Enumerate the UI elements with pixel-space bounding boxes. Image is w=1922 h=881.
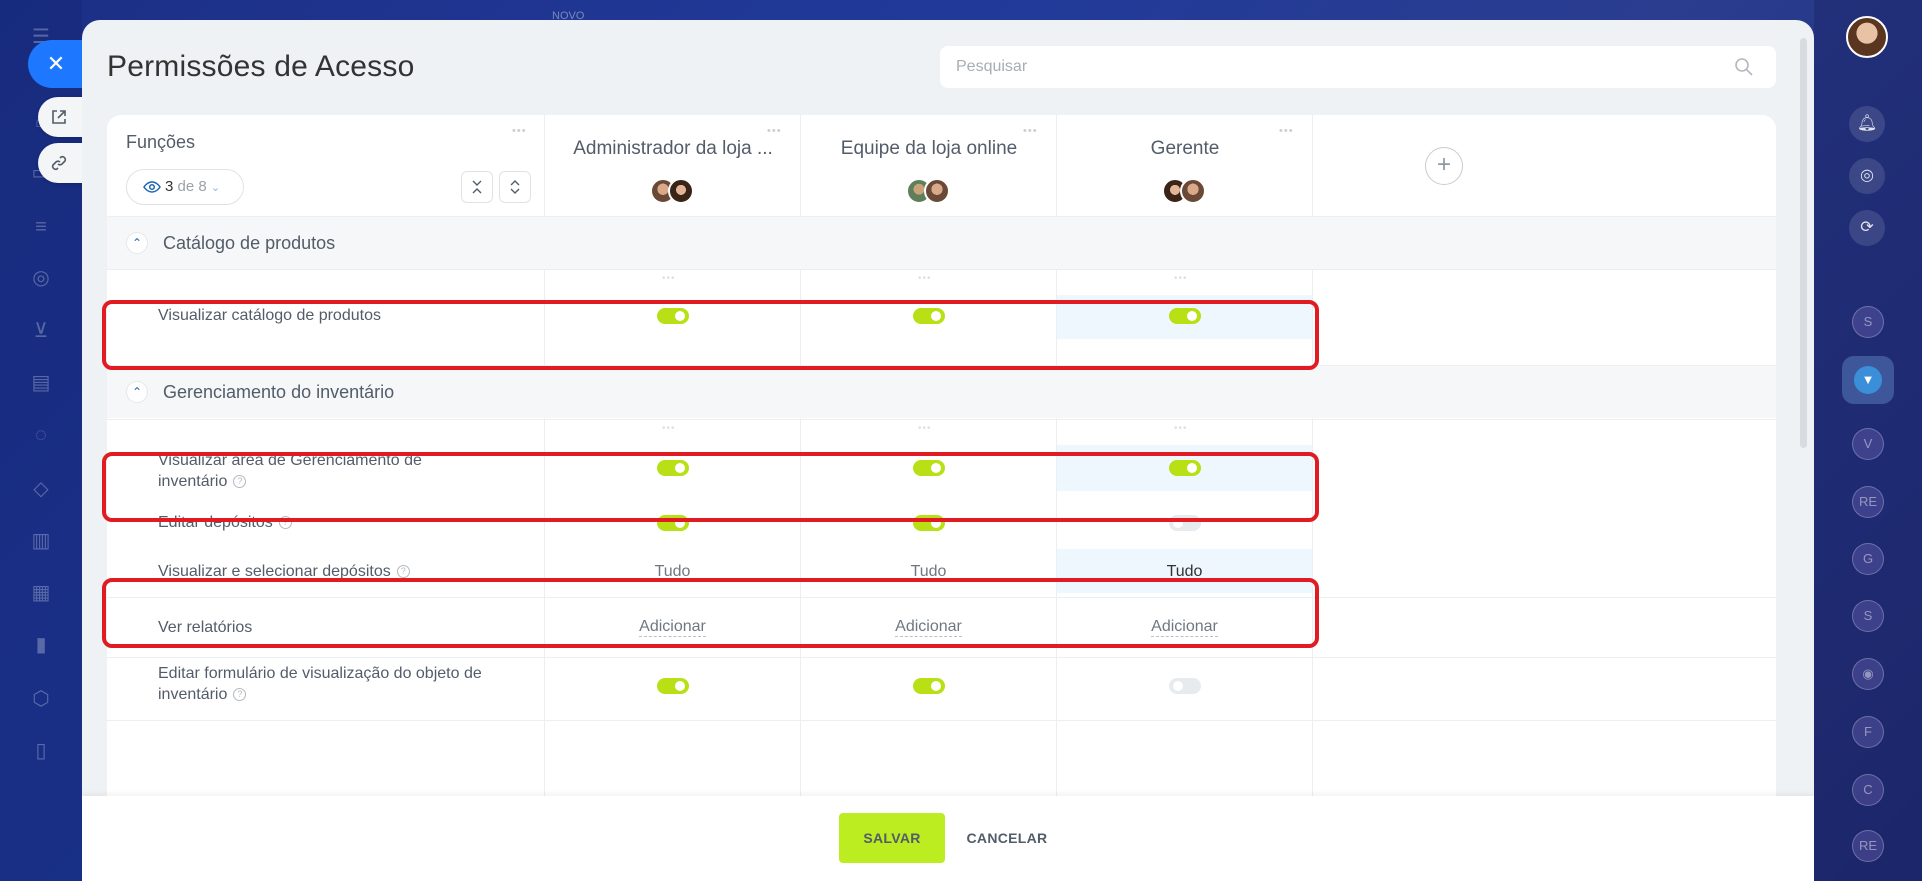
divider xyxy=(107,657,1776,658)
highlight-box xyxy=(102,300,1319,370)
access-permissions-panel: Permissões de Acesso Funções ••• 3 de 8 … xyxy=(82,20,1814,881)
avatar xyxy=(924,178,950,204)
role-menu-icon[interactable]: ••• xyxy=(1023,125,1038,137)
column-menu-icon[interactable]: ••• xyxy=(918,423,932,434)
filter-icon[interactable]: ≡ xyxy=(28,214,54,240)
section-header[interactable]: ⌃ Catálogo de produtos xyxy=(107,217,1776,269)
column-menu-icon[interactable]: ••• xyxy=(918,273,932,284)
chat-avatar[interactable]: ◉ xyxy=(1852,658,1884,690)
column-menu-icon[interactable]: ••• xyxy=(662,273,676,284)
external-link-icon xyxy=(52,110,66,124)
expand-all-button[interactable] xyxy=(499,171,531,203)
eye-icon xyxy=(143,181,161,193)
robot-icon[interactable]: ◌ xyxy=(28,422,54,448)
chat-avatar[interactable]: F xyxy=(1852,716,1884,748)
divider xyxy=(107,720,1776,721)
column-menu-icon[interactable]: ••• xyxy=(662,423,676,434)
bell-icon[interactable]: 🔔︎ xyxy=(1849,106,1885,142)
collapse-icon xyxy=(472,180,482,194)
filter-total: de 8 xyxy=(177,178,207,195)
cancel-button[interactable]: CANCELAR xyxy=(957,813,1057,863)
functions-menu-icon[interactable]: ••• xyxy=(512,125,527,137)
permission-toggle[interactable] xyxy=(1169,678,1201,694)
link-icon xyxy=(51,155,67,171)
collapse-all-button[interactable] xyxy=(461,171,493,203)
chat-avatar[interactable]: V xyxy=(1852,428,1884,460)
chart-icon[interactable]: ▮ xyxy=(28,632,54,658)
role-name[interactable]: Equipe da loja online xyxy=(801,138,1057,160)
close-slider-button[interactable]: ✕ xyxy=(28,40,84,88)
sync-icon[interactable]: ⟳ xyxy=(1849,210,1885,246)
target-icon[interactable]: ◎ xyxy=(1849,158,1885,194)
save-button[interactable]: SALVAR xyxy=(839,813,945,863)
target-icon[interactable]: ◎ xyxy=(28,265,54,291)
page-title: Permissões de Acesso xyxy=(107,50,415,83)
section-title: Gerenciamento do inventário xyxy=(163,382,395,402)
chat-avatar[interactable]: C xyxy=(1852,774,1884,806)
chat-avatar[interactable]: RE xyxy=(1852,486,1884,518)
help-icon[interactable]: ? xyxy=(396,565,410,579)
highlight-box xyxy=(102,578,1319,648)
column-menu-icon[interactable]: ••• xyxy=(1174,423,1188,434)
divider xyxy=(107,269,1776,270)
store-icon[interactable]: ▥ xyxy=(28,528,54,554)
chat-avatar[interactable]: G xyxy=(1852,543,1884,575)
section-header[interactable]: ⌃ Gerenciamento do inventário xyxy=(107,366,1776,418)
role-filter-dropdown[interactable]: 3 de 8 ⌄ xyxy=(126,169,244,205)
document-icon[interactable]: ▯ xyxy=(28,738,54,764)
avatar xyxy=(668,178,694,204)
user-avatar[interactable] xyxy=(1846,16,1888,58)
avatar xyxy=(1180,178,1206,204)
add-role-button[interactable]: + xyxy=(1425,147,1463,185)
shield-icon[interactable]: ⬡ xyxy=(28,686,54,712)
role-menu-icon[interactable]: ••• xyxy=(1279,125,1294,137)
chat-avatar[interactable]: S xyxy=(1852,306,1884,338)
column-menu-icon[interactable]: ••• xyxy=(1174,273,1188,284)
scrollbar[interactable] xyxy=(1800,38,1807,448)
section-title: Catálogo de produtos xyxy=(163,233,336,253)
filter-count: 3 xyxy=(165,178,174,195)
close-icon: ✕ xyxy=(46,51,66,76)
chevron-down-icon: ⌄ xyxy=(210,182,221,194)
expand-icon xyxy=(510,180,520,194)
permission-label: Editar formulário de visualização do obj… xyxy=(158,663,498,705)
bookmark-button[interactable]: ▼ xyxy=(1842,356,1894,404)
bookmark-icon: ▼ xyxy=(1854,366,1882,394)
chevron-up-icon[interactable]: ⌃ xyxy=(127,382,147,402)
chat-avatar[interactable]: S xyxy=(1852,600,1884,632)
chat-avatar[interactable]: RE xyxy=(1852,830,1884,862)
card-icon[interactable]: ▤ xyxy=(28,370,54,396)
search-input[interactable] xyxy=(940,46,1776,88)
cart-icon[interactable]: ⊻ xyxy=(28,318,54,344)
right-sidebar: 🔔︎ ◎ ⟳ S ▼ V RE G S ◉ F C RE xyxy=(1814,0,1922,881)
permission-toggle[interactable] xyxy=(913,678,945,694)
role-name[interactable]: Administrador da loja ... xyxy=(545,138,801,160)
footer-bar: SALVAR CANCELAR xyxy=(82,796,1814,881)
highlight-box xyxy=(102,452,1319,522)
role-name[interactable]: Gerente xyxy=(1057,138,1313,160)
permission-toggle[interactable] xyxy=(657,678,689,694)
calendar-icon[interactable]: ▦ xyxy=(28,580,54,606)
copy-link-button[interactable] xyxy=(38,143,84,183)
divider xyxy=(107,419,1776,420)
open-new-window-button[interactable] xyxy=(38,97,84,137)
help-icon[interactable]: ? xyxy=(233,688,247,702)
functions-header: Funções xyxy=(126,132,196,152)
box-icon[interactable]: ◇ xyxy=(28,476,54,502)
chevron-up-icon[interactable]: ⌃ xyxy=(127,233,147,253)
search-icon[interactable] xyxy=(1734,57,1754,77)
permission-label-text: Editar formulário de visualização do obj… xyxy=(158,665,482,703)
role-menu-icon[interactable]: ••• xyxy=(767,125,782,137)
plus-icon: + xyxy=(1436,151,1451,178)
